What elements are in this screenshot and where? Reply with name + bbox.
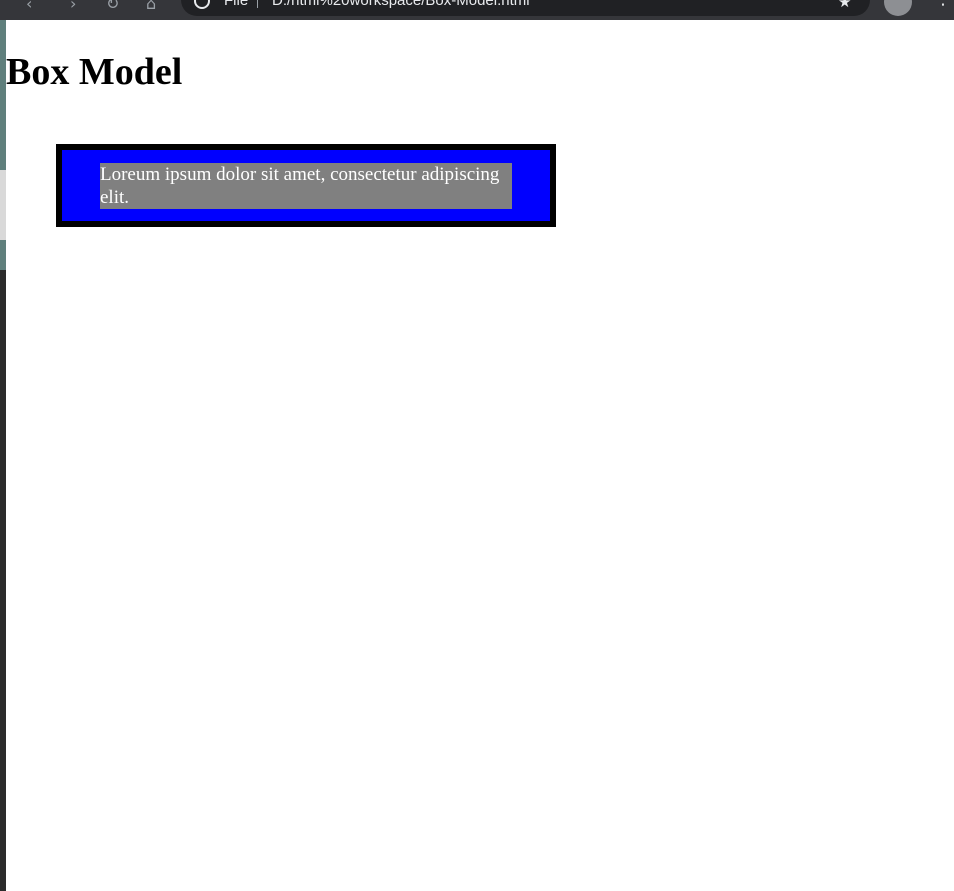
box-model-container: Loreum ipsum dolor sit amet, consectetur… bbox=[56, 144, 556, 227]
menu-icon[interactable]: ⋮ bbox=[934, 0, 952, 8]
forward-arrow-icon[interactable]: › bbox=[70, 0, 76, 12]
reload-icon[interactable]: ↻ bbox=[106, 0, 119, 12]
box-model-content: Loreum ipsum dolor sit amet, consectetur… bbox=[100, 163, 512, 209]
star-icon[interactable]: ★ bbox=[838, 0, 851, 10]
page-title: Box Model bbox=[6, 51, 183, 93]
browser-toolbar: ‹ › ↻ ⌂ File D:/html%20workspace/Box-Mod… bbox=[0, 0, 954, 20]
home-icon[interactable]: ⌂ bbox=[146, 0, 156, 12]
back-arrow-icon[interactable]: ‹ bbox=[26, 0, 32, 12]
avatar[interactable] bbox=[884, 0, 912, 16]
page-viewport: Box Model Loreum ipsum dolor sit amet, c… bbox=[6, 20, 954, 891]
scheme-label: File bbox=[224, 0, 249, 9]
url-text[interactable]: D:/html%20workspace/Box-Model.html bbox=[272, 0, 530, 10]
address-separator bbox=[257, 0, 258, 8]
